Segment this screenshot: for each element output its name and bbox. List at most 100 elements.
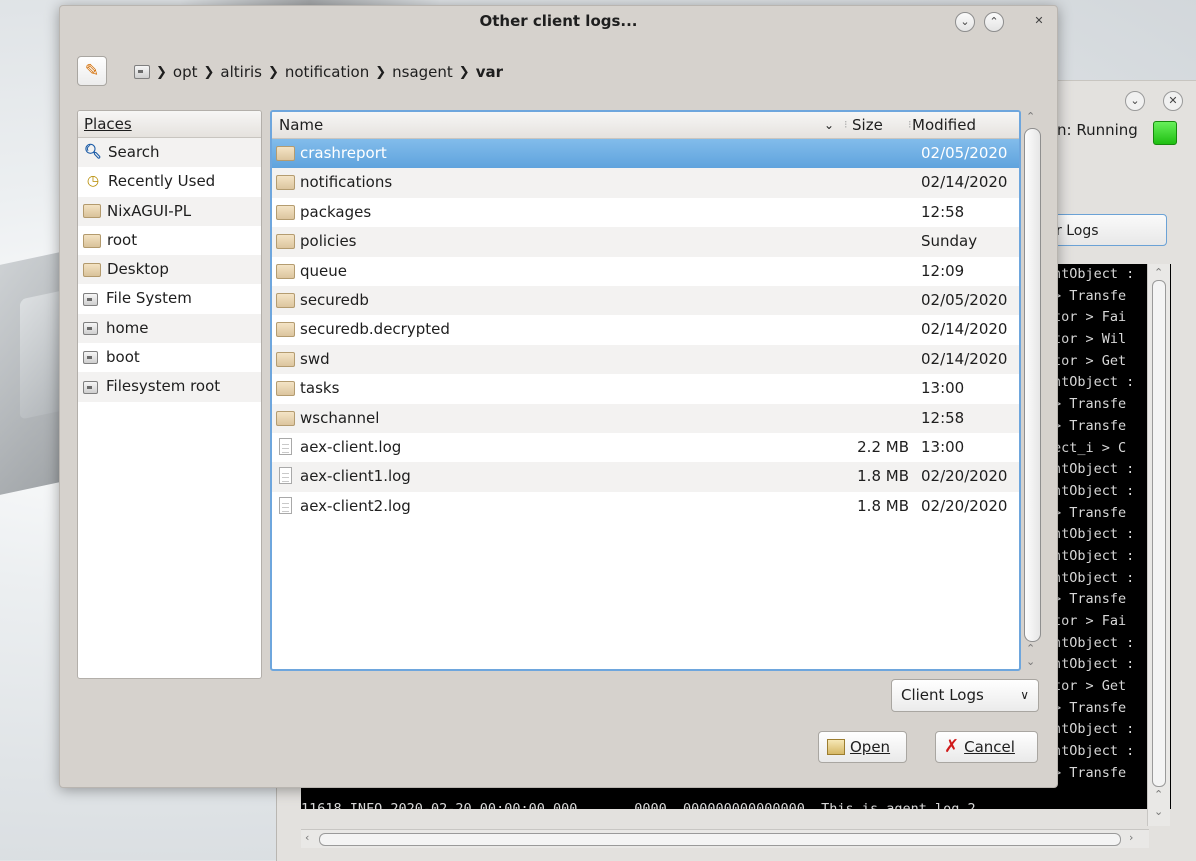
file-list-scrollbar[interactable]: ⌃ ⌃ ⌄ [1022, 110, 1046, 670]
place-item-label: NixAGUI-PL [107, 201, 192, 220]
file-row[interactable]: aex-client2.log 1.8 MB 02/20/2020 [272, 492, 1019, 521]
folder-row[interactable]: packages 12:58 [272, 198, 1019, 227]
dialog-titlebar[interactable]: Other client logs... ⌄ ⌃ ✕ [60, 6, 1057, 38]
breadcrumb-item[interactable]: notification [285, 63, 369, 81]
file-name: crashreport [300, 144, 387, 162]
place-item[interactable]: root [78, 226, 261, 255]
edit-location-button[interactable]: ✎ [77, 56, 107, 86]
folder-icon [276, 351, 295, 367]
file-name: aex-client1.log [300, 467, 411, 486]
breadcrumb-item[interactable]: altiris [220, 63, 262, 81]
file-type-filter-select[interactable]: Client Logs ∨ [891, 679, 1039, 712]
file-name: wschannel [300, 408, 380, 427]
close-icon[interactable]: ✕ [1030, 12, 1048, 30]
minimize-icon[interactable]: ⌄ [955, 12, 975, 32]
scrollbar-thumb[interactable] [319, 833, 1121, 846]
file-open-dialog: Other client logs... ⌄ ⌃ ✕ ✎ ❯ opt ❯ alt… [59, 5, 1058, 788]
place-item[interactable]: File System [78, 284, 261, 313]
folder-row[interactable]: securedb.decrypted 02/14/2020 [272, 315, 1019, 344]
file-name: queue [300, 261, 347, 280]
chevron-right-icon: ❯ [375, 64, 387, 80]
scroll-right-icon[interactable]: › [1129, 831, 1133, 844]
place-item-label: File System [106, 289, 192, 308]
scroll-up-icon[interactable]: ⌃ [1154, 266, 1163, 279]
place-item-label: Filesystem root [106, 377, 221, 396]
place-item[interactable]: home [78, 313, 261, 344]
file-modified: 02/20/2020 [921, 467, 1008, 486]
drive-icon [83, 292, 98, 306]
folder-row[interactable]: securedb 02/05/2020 [272, 285, 1019, 316]
drive-icon[interactable] [134, 65, 150, 79]
place-item[interactable]: Filesystem root [78, 372, 261, 402]
folder-row[interactable]: tasks 13:00 [272, 374, 1019, 403]
place-item[interactable]: Desktop [78, 255, 261, 285]
place-item[interactable]: boot [78, 343, 261, 372]
sort-descending-icon[interactable]: ⌄ [824, 112, 834, 138]
breadcrumb-current[interactable]: var [476, 63, 503, 81]
file-name: aex-client2.log [300, 496, 411, 515]
home-folder-icon [83, 233, 101, 248]
minimize-icon[interactable]: ⌄ [1125, 91, 1145, 111]
breadcrumb: ❯ opt ❯ altiris ❯ notification ❯ nsagent… [134, 63, 509, 81]
breadcrumb-item[interactable]: opt [173, 63, 198, 81]
file-modified: 02/14/2020 [921, 320, 1008, 339]
scroll-down-icon[interactable]: ⌄ [1026, 655, 1035, 668]
place-item[interactable]: ◷ Recently Used [78, 167, 261, 196]
terminal-vertical-scrollbar[interactable]: ⌃ ⌃ ⌄ [1147, 264, 1170, 826]
chevron-down-icon: ∨ [1020, 688, 1029, 702]
place-item-label: root [107, 230, 138, 249]
status-indicator [1153, 121, 1177, 145]
file-name: securedb [300, 290, 369, 309]
cancel-button[interactable]: ✗ Cancel [935, 731, 1038, 763]
cancel-icon: ✗ [944, 736, 960, 757]
file-modified: 02/14/2020 [921, 173, 1008, 192]
place-item[interactable]: NixAGUI-PL [78, 196, 261, 226]
folder-row[interactable]: crashreport 02/05/2020 [272, 139, 1019, 169]
maximize-icon[interactable]: ⌃ [984, 12, 1004, 32]
breadcrumb-item[interactable]: nsagent [392, 63, 453, 81]
close-icon[interactable]: ✕ [1163, 91, 1183, 111]
chevron-right-icon: ❯ [267, 64, 279, 80]
file-size: 1.8 MB [857, 467, 909, 486]
file-list[interactable]: Name ⌄ ⁝ Size ⁝ Modified crashreport 02/0… [270, 110, 1021, 671]
folder-open-icon [827, 739, 845, 755]
file-list-header: Name ⌄ ⁝ Size ⁝ Modified [272, 112, 1019, 139]
file-row[interactable]: aex-client.log 2.2 MB 13:00 [272, 433, 1019, 462]
scrollbar-thumb[interactable] [1024, 128, 1041, 642]
folder-icon [276, 146, 295, 161]
column-header-size[interactable]: Size [852, 112, 883, 138]
place-item-label: Recently Used [108, 172, 216, 191]
scroll-left-icon[interactable]: ‹ [305, 831, 309, 844]
place-item-label: Desktop [107, 260, 169, 279]
terminal-last-line: 11618 INFO 2020-02-20 00:00:00.000 0000 … [301, 801, 984, 809]
terminal-horizontal-scrollbar[interactable]: ‹ › [301, 829, 1149, 848]
document-icon [276, 496, 292, 514]
file-size: 2.2 MB [857, 437, 909, 456]
scroll-up-icon[interactable]: ⌃ [1154, 788, 1163, 801]
scrollbar-thumb[interactable] [1152, 280, 1166, 787]
column-header-modified[interactable]: Modified [912, 112, 976, 138]
column-separator: ⁝ [908, 118, 912, 131]
open-button-label: Open [850, 738, 891, 756]
column-header-name[interactable]: Name [279, 112, 323, 138]
chevron-right-icon: ❯ [458, 64, 470, 80]
scroll-up-icon[interactable]: ⌃ [1026, 110, 1035, 123]
places-header-label: Places [84, 115, 132, 133]
drive-icon [83, 351, 98, 365]
scroll-up-icon[interactable]: ⌃ [1026, 642, 1035, 655]
filter-selected-value: Client Logs [901, 686, 984, 704]
scroll-down-icon[interactable]: ⌄ [1154, 805, 1163, 818]
places-header[interactable]: Places [78, 111, 261, 138]
open-button[interactable]: Open [818, 731, 907, 763]
folder-row[interactable]: notifications 02/14/2020 [272, 168, 1019, 198]
folder-icon [276, 381, 295, 397]
dialog-title: Other client logs... [479, 12, 638, 30]
place-item[interactable]: 🔍︎ Search [78, 138, 261, 168]
folder-row[interactable]: swd 02/14/2020 [272, 344, 1019, 375]
client-logs-button[interactable]: r Logs [1047, 214, 1167, 246]
file-modified: 02/05/2020 [921, 144, 1008, 162]
folder-row[interactable]: wschannel 12:58 [272, 403, 1019, 433]
file-row[interactable]: aex-client1.log 1.8 MB 02/20/2020 [272, 462, 1019, 492]
folder-row[interactable]: queue 12:09 [272, 257, 1019, 286]
folder-row[interactable]: policies Sunday [272, 227, 1019, 257]
